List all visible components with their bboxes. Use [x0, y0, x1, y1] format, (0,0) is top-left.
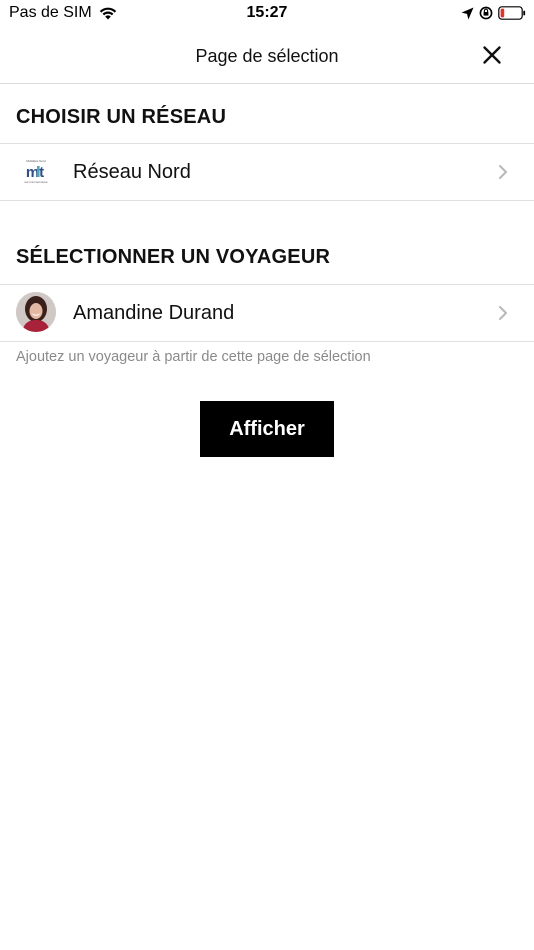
logo-mark: mt [26, 164, 44, 181]
network-logo: Mobilités Nord mt sur ma commune [24, 159, 48, 184]
logo-caption: Mobilités Nord [26, 159, 46, 163]
network-name: Réseau Nord [73, 161, 191, 183]
page-title: Page de sélection [195, 46, 339, 66]
avatar-image [16, 292, 56, 332]
chevron-right-icon [499, 165, 507, 179]
traveler-list-item[interactable]: Amandine Durand [0, 284, 534, 342]
battery-icon [498, 6, 526, 20]
show-button[interactable]: Afficher [200, 401, 334, 457]
logo-subcaption: sur ma commune [24, 180, 48, 184]
status-time: 15:27 [246, 4, 288, 21]
status-indicators [461, 6, 526, 20]
add-traveler-hint: Ajoutez un voyageur à partir de cette pa… [16, 349, 371, 365]
traveler-name: Amandine Durand [73, 302, 235, 324]
avatar [16, 292, 56, 332]
nav-header: Page de sélection [0, 30, 534, 84]
location-arrow-icon [461, 7, 474, 19]
network-section-heading: CHOISIR UN RÉSEAU [16, 106, 227, 128]
close-icon[interactable] [480, 43, 504, 67]
traveler-section-heading: SÉLECTIONNER UN VOYAGEUR [16, 246, 331, 268]
network-list-item[interactable]: Mobilités Nord mt sur ma commune Réseau … [0, 143, 534, 201]
status-bar: Pas de SIM 15:27 [0, 0, 534, 30]
rotation-lock-icon [479, 6, 493, 20]
chevron-right-icon [499, 306, 507, 320]
